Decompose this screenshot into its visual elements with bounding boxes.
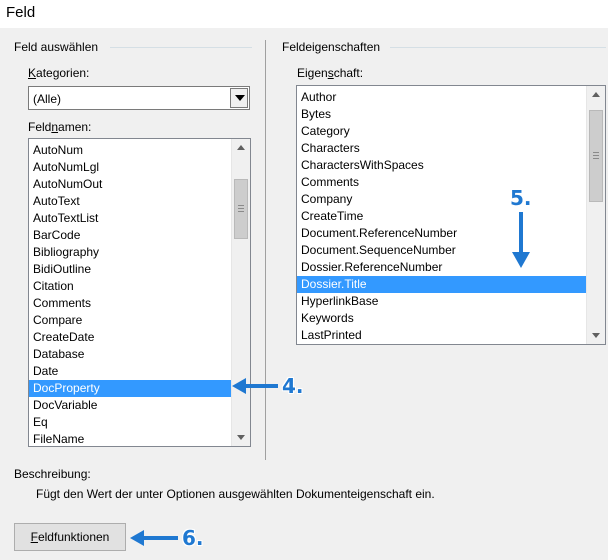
- list-item[interactable]: CharactersWithSpaces: [297, 157, 586, 174]
- list-item[interactable]: DocVariable: [29, 397, 231, 414]
- list-item[interactable]: Keywords: [297, 310, 586, 327]
- list-item[interactable]: Eq: [29, 414, 231, 431]
- list-item[interactable]: Bytes: [297, 106, 586, 123]
- fieldnames-scrollbar[interactable]: [231, 139, 250, 446]
- annotation-step-4: 4.: [282, 374, 304, 398]
- list-item[interactable]: Comments: [29, 295, 231, 312]
- list-item[interactable]: Dossier.Title: [297, 276, 586, 293]
- list-item[interactable]: BidiOutline: [29, 261, 231, 278]
- list-item[interactable]: AutoText: [29, 193, 231, 210]
- list-item[interactable]: Document.ReferenceNumber: [297, 225, 586, 242]
- group-title-select-field: Feld auswählen: [14, 40, 99, 54]
- fieldnames-listbox[interactable]: AutoNum AutoNumLgl AutoNumOut AutoText AutoT…: [28, 138, 251, 447]
- scroll-up-icon[interactable]: [587, 86, 605, 103]
- chevron-down-icon[interactable]: [230, 88, 248, 108]
- list-item[interactable]: BarCode: [29, 227, 231, 244]
- property-scrollbar[interactable]: [586, 86, 605, 344]
- group-separator: [265, 40, 266, 460]
- categories-label: Kategorien:: [28, 66, 90, 80]
- group-divider: [390, 47, 606, 48]
- list-item[interactable]: HyperlinkBase: [297, 293, 586, 310]
- list-item[interactable]: FileName: [29, 431, 231, 446]
- list-item[interactable]: Dossier.ReferenceNumber: [297, 259, 586, 276]
- scroll-down-icon[interactable]: [587, 327, 605, 344]
- scroll-down-icon[interactable]: [232, 429, 250, 446]
- categories-dropdown[interactable]: (Alle): [28, 86, 250, 110]
- property-listbox[interactable]: Author Bytes Category Characters CharactersW…: [296, 85, 606, 345]
- annotation-step-5: 5.: [510, 186, 532, 210]
- list-item[interactable]: Citation: [29, 278, 231, 295]
- list-item[interactable]: Author: [297, 89, 586, 106]
- field-codes-button[interactable]: Feldfunktionen: [14, 523, 126, 551]
- fieldnames-label: Feldnamen:: [28, 120, 92, 134]
- list-item[interactable]: CreateTime: [297, 208, 586, 225]
- description-text: Fügt den Wert der unter Optionen ausgewä…: [36, 487, 435, 501]
- list-item[interactable]: Company: [297, 191, 586, 208]
- window-title: Feld: [6, 4, 36, 21]
- list-item[interactable]: AutoNumLgl: [29, 159, 231, 176]
- scroll-thumb[interactable]: [234, 179, 248, 239]
- list-item[interactable]: AutoNum: [29, 142, 231, 159]
- group-title-field-properties: Feldeigenschaften: [282, 40, 381, 54]
- list-item[interactable]: Date: [29, 363, 231, 380]
- annotation-arrow-left-icon: [130, 530, 178, 546]
- list-item[interactable]: AutoTextList: [29, 210, 231, 227]
- list-item[interactable]: CreateDate: [29, 329, 231, 346]
- annotation-arrow-left-icon: [232, 378, 278, 394]
- list-item[interactable]: Comments: [297, 174, 586, 191]
- list-item[interactable]: AutoNumOut: [29, 176, 231, 193]
- list-item[interactable]: Database: [29, 346, 231, 363]
- list-item[interactable]: Category: [297, 123, 586, 140]
- group-divider: [110, 47, 252, 48]
- scroll-up-icon[interactable]: [232, 139, 250, 156]
- description-label: Beschreibung:: [14, 467, 91, 481]
- list-item[interactable]: Bibliography: [29, 244, 231, 261]
- list-item[interactable]: Characters: [297, 140, 586, 157]
- property-label: Eigenschaft:: [297, 66, 364, 80]
- list-item[interactable]: Compare: [29, 312, 231, 329]
- scroll-thumb[interactable]: [589, 110, 603, 202]
- annotation-step-6: 6.: [182, 526, 204, 550]
- title-bar: Feld: [0, 0, 608, 28]
- list-item[interactable]: LastPrinted: [297, 327, 586, 344]
- annotation-arrow-down-icon: [512, 212, 530, 268]
- list-item[interactable]: Document.SequenceNumber: [297, 242, 586, 259]
- categories-value: (Alle): [33, 92, 62, 106]
- list-item[interactable]: DocProperty: [29, 380, 231, 397]
